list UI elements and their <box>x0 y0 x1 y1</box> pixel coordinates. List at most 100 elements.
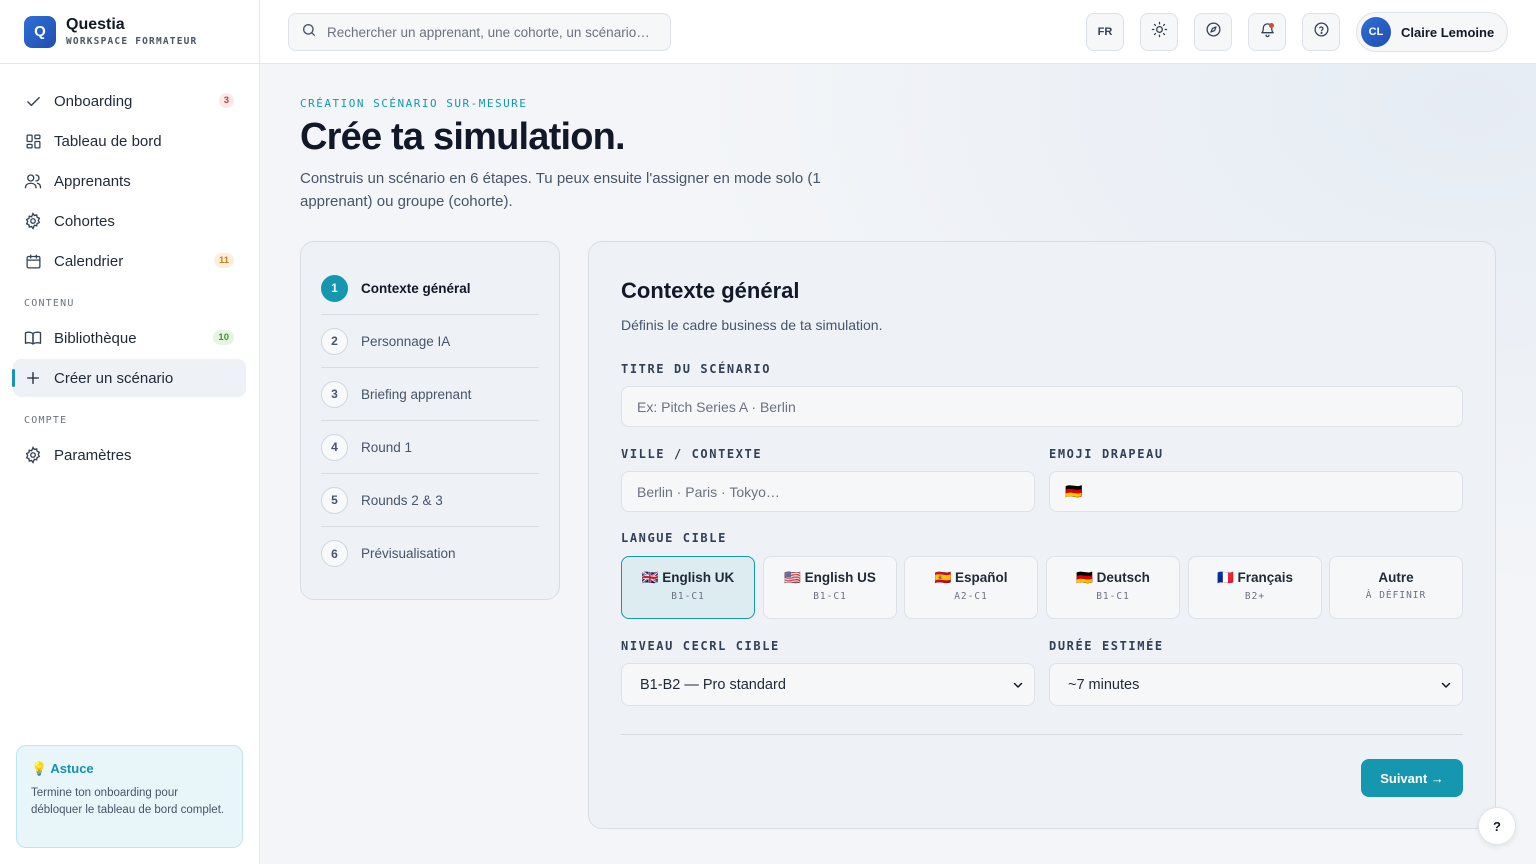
language-level: B1-C1 <box>813 591 847 602</box>
step-5[interactable]: 5 Rounds 2 & 3 <box>321 474 539 527</box>
help-circle-icon <box>1313 21 1330 43</box>
step-4[interactable]: 4 Round 1 <box>321 421 539 474</box>
avatar: CL <box>1361 17 1391 47</box>
library-count-badge: 10 <box>213 330 234 345</box>
sidebar-item-bibliotheque[interactable]: Bibliothèque 10 <box>13 319 246 357</box>
onboarding-count-badge: 3 <box>218 93 234 108</box>
logo-letter: Q <box>34 23 46 40</box>
flag-emoji-label: EMOJI DRAPEAU <box>1049 447 1164 461</box>
search-box <box>288 13 671 51</box>
calendar-icon <box>24 252 42 270</box>
scenario-title-input[interactable] <box>621 386 1463 427</box>
step-2[interactable]: 2 Personnage IA <box>321 315 539 368</box>
sidebar-item-label: Cohortes <box>54 212 115 230</box>
main-content: CRÉATION SCÉNARIO SUR-MESURE Crée ta sim… <box>260 64 1536 864</box>
language-button[interactable]: FR <box>1086 13 1124 51</box>
language-option-deutsch[interactable]: 🇩🇪 Deutsch B1-C1 <box>1046 556 1180 619</box>
tip-title: 💡 Astuce <box>31 761 94 776</box>
language-option-english-us[interactable]: 🇺🇸 English US B1-C1 <box>763 556 897 619</box>
cecrl-level-value: B1-B2 — Pro standard <box>640 676 786 693</box>
step-number: 3 <box>321 380 348 408</box>
cecrl-level-label: NIVEAU CECRL CIBLE <box>621 639 780 653</box>
sidebar-item-creer-scenario[interactable]: Créer un scénario <box>12 359 246 397</box>
page-title: Crée ta simulation. <box>300 116 626 158</box>
section-label-contenu: CONTENU <box>24 298 75 309</box>
step-label: Contexte général <box>361 280 471 296</box>
language-name: 🇫🇷 Français <box>1216 570 1294 585</box>
theme-toggle-button[interactable] <box>1140 13 1178 51</box>
brand[interactable]: Q Questia WORKSPACE FORMATEUR <box>0 0 259 64</box>
language-option-espanol[interactable]: 🇪🇸 Español A2-C1 <box>904 556 1038 619</box>
language-option-english-uk[interactable]: 🇬🇧 English UK B1-C1 <box>621 556 755 619</box>
user-name: Claire Lemoine <box>1401 24 1495 40</box>
language-option-francais[interactable]: 🇫🇷 Français B2+ <box>1188 556 1322 619</box>
users-icon <box>24 172 42 190</box>
brand-subtitle: WORKSPACE FORMATEUR <box>66 36 198 47</box>
step-1[interactable]: 1 Contexte général <box>321 262 539 315</box>
step-number: 5 <box>321 486 348 514</box>
language-option-autre[interactable]: Autre À DÉFINIR <box>1329 556 1463 619</box>
notifications-button[interactable] <box>1248 13 1286 51</box>
tip-card: 💡 Astuce Termine ton onboarding pour déb… <box>16 745 243 848</box>
sidebar-item-parametres[interactable]: Paramètres <box>13 436 246 474</box>
language-name: 🇪🇸 Español <box>934 570 1008 585</box>
sidebar-item-cohortes[interactable]: Cohortes <box>13 202 246 240</box>
step-label: Briefing apprenant <box>361 386 472 402</box>
duration-select[interactable]: ~7 minutes <box>1049 663 1463 706</box>
scenario-title-label: TITRE DU SCÉNARIO <box>621 362 772 376</box>
section-label-compte: COMPTE <box>24 415 68 426</box>
step-label: Rounds 2 & 3 <box>361 492 443 508</box>
sidebar: Q Questia WORKSPACE FORMATEUR Onboarding… <box>0 0 260 864</box>
plus-icon <box>24 369 42 387</box>
step-number: 2 <box>321 327 348 355</box>
step-label: Personnage IA <box>361 333 451 349</box>
sidebar-item-apprenants[interactable]: Apprenants <box>13 162 246 200</box>
steps-panel: 1 Contexte général 2 Personnage IA 3 Bri… <box>300 241 560 600</box>
form-divider <box>621 734 1463 735</box>
page-subtitle: Construis un scénario en 6 étapes. Tu pe… <box>300 170 821 210</box>
floating-help-button[interactable]: ? <box>1478 807 1516 845</box>
sidebar-item-label: Onboarding <box>54 92 133 110</box>
step-label: Prévisualisation <box>361 546 456 561</box>
topbar: FR CL Claire Lemoine <box>260 0 1536 64</box>
flag-emoji-input[interactable] <box>1049 471 1463 512</box>
form-description: Définis le cadre business de ta simulati… <box>621 317 883 333</box>
dashboard-icon <box>24 132 42 150</box>
form-title: Contexte général <box>621 278 800 303</box>
sidebar-item-label: Tableau de bord <box>54 132 162 150</box>
language-name: 🇺🇸 English US <box>784 570 876 585</box>
chevron-down-icon <box>1440 678 1452 696</box>
help-button[interactable] <box>1302 13 1340 51</box>
sidebar-item-calendrier[interactable]: Calendrier 11 <box>13 242 246 280</box>
language-name: 🇩🇪 Deutsch <box>1076 570 1150 585</box>
next-button[interactable]: Suivant → <box>1361 759 1463 797</box>
gear-icon <box>24 212 42 230</box>
sidebar-item-onboarding[interactable]: Onboarding 3 <box>13 82 246 120</box>
sidebar-item-dashboard[interactable]: Tableau de bord <box>13 122 246 160</box>
step-number: 4 <box>321 433 348 461</box>
step-number: 1 <box>321 274 348 302</box>
search-input[interactable] <box>327 24 657 40</box>
gear-icon <box>24 446 42 464</box>
main-nav: Onboarding 3 Tableau de bord Apprenants … <box>0 64 259 474</box>
user-menu[interactable]: CL Claire Lemoine <box>1356 12 1508 52</box>
explore-button[interactable] <box>1194 13 1232 51</box>
language-level: B1-C1 <box>671 591 705 602</box>
sidebar-item-label: Apprenants <box>54 172 131 190</box>
calendar-count-badge: 11 <box>213 253 234 268</box>
notification-dot <box>1269 23 1274 28</box>
city-input[interactable] <box>621 471 1035 512</box>
step-6[interactable]: 6 Prévisualisation <box>321 527 539 580</box>
questia-logo: Q <box>24 15 56 48</box>
step-3[interactable]: 3 Briefing apprenant <box>321 368 539 421</box>
search-icon <box>301 22 317 43</box>
scenario-form: Contexte général Définis le cadre busine… <box>588 241 1496 829</box>
language-level: B1-C1 <box>1096 591 1130 602</box>
check-icon <box>24 92 42 110</box>
cecrl-level-select[interactable]: B1-B2 — Pro standard <box>621 663 1035 706</box>
compass-icon <box>1205 21 1222 43</box>
target-language-label: LANGUE CIBLE <box>621 531 727 545</box>
page-eyebrow: CRÉATION SCÉNARIO SUR-MESURE <box>300 97 528 110</box>
sidebar-item-label: Créer un scénario <box>54 369 174 387</box>
sun-icon <box>1151 21 1168 43</box>
